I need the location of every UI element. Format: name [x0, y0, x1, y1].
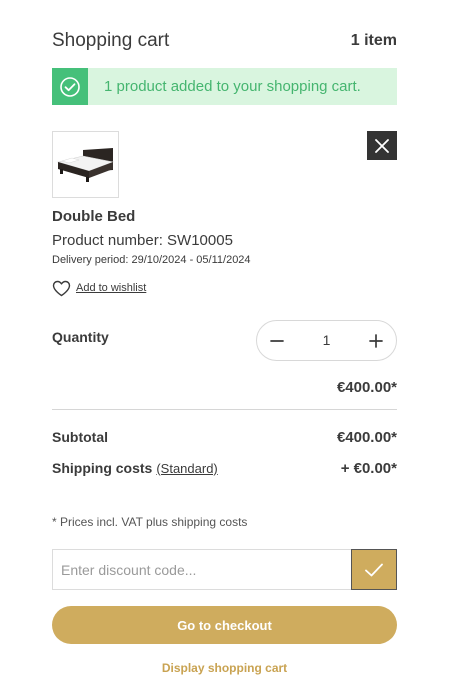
wishlist-label: Add to wishlist	[76, 282, 147, 294]
subtotal-value: €400.00*	[336, 429, 397, 446]
product-image[interactable]	[52, 131, 119, 198]
page-title: Shopping cart	[52, 30, 170, 51]
item-count: 1 item	[350, 32, 397, 49]
product-number: Product number: SW10005	[52, 232, 233, 249]
divider	[52, 409, 397, 410]
bed-icon	[56, 148, 115, 182]
quantity-value[interactable]: 1	[307, 332, 346, 348]
check-circle-icon	[52, 68, 88, 105]
display-shopping-cart-link[interactable]: Display shopping cart	[52, 661, 397, 675]
shipping-label-group: Shipping costs (Standard)	[52, 460, 218, 476]
apply-discount-button[interactable]	[351, 549, 397, 590]
checkmark-icon	[365, 563, 383, 576]
close-icon	[375, 138, 389, 153]
product-name[interactable]: Double Bed	[52, 208, 135, 225]
shipping-value: + €0.00*	[340, 460, 397, 477]
remove-item-button[interactable]	[367, 131, 397, 160]
go-to-checkout-button[interactable]: Go to checkout	[52, 606, 397, 644]
shipping-label: Shipping costs	[52, 460, 153, 476]
delivery-period: Delivery period: 29/10/2024 - 05/11/2024	[52, 254, 251, 266]
heart-icon	[52, 280, 71, 296]
shipping-row: Shipping costs (Standard) + €0.00*	[52, 460, 397, 480]
cart-header: Shopping cart 1 item	[52, 30, 397, 54]
add-to-wishlist-link[interactable]: Add to wishlist	[52, 279, 146, 297]
discount-form	[52, 549, 397, 590]
quantity-stepper: 1	[256, 320, 397, 361]
quantity-label: Quantity	[52, 329, 109, 345]
minus-icon	[270, 339, 284, 342]
line-item-price: €400.00*	[336, 379, 397, 396]
shipping-method-link[interactable]: (Standard)	[156, 461, 217, 476]
plus-icon	[369, 333, 383, 348]
discount-code-input[interactable]	[52, 549, 352, 590]
alert-message: 1 product added to your shopping cart.	[104, 78, 361, 95]
vat-note: * Prices incl. VAT plus shipping costs	[52, 515, 248, 529]
increase-quantity-button[interactable]	[356, 321, 396, 360]
decrease-quantity-button[interactable]	[257, 321, 297, 360]
success-alert: 1 product added to your shopping cart.	[52, 68, 397, 105]
subtotal-label: Subtotal	[52, 429, 108, 445]
subtotal-row: Subtotal €400.00*	[52, 429, 397, 449]
